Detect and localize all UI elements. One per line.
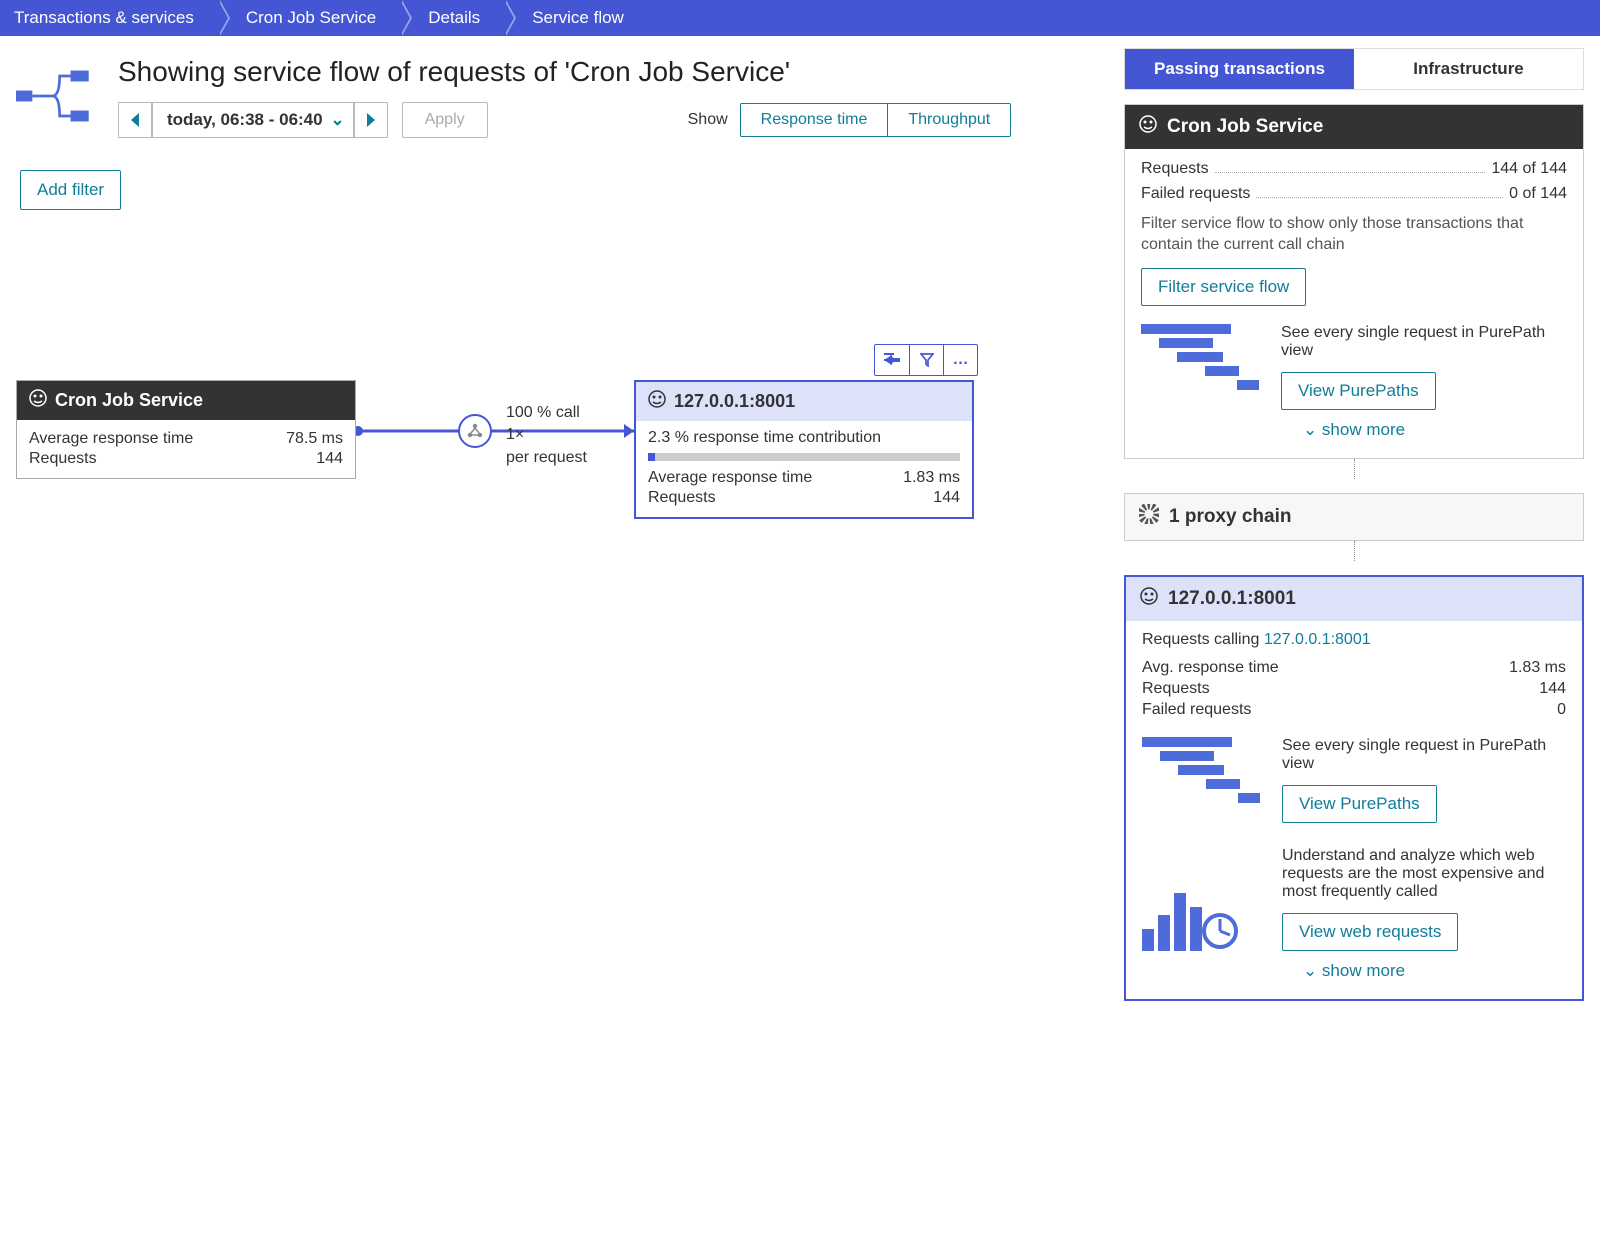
service-icon (1139, 115, 1157, 139)
card2-failed-label: Failed requests (1142, 701, 1251, 719)
card-proxy-chain[interactable]: 1 proxy chain (1124, 493, 1584, 541)
add-filter-button[interactable]: Add filter (20, 170, 121, 210)
service-icon (1140, 587, 1158, 611)
web-requests-chart-icon (1142, 847, 1262, 951)
card2-req-label: Requests (1142, 680, 1210, 698)
source-art-value: 78.5 ms (286, 430, 343, 448)
target-node[interactable]: 127.0.0.1:8001 2.3 % response time contr… (634, 380, 974, 519)
source-req-label: Requests (29, 450, 97, 468)
proxy-icon (1139, 504, 1159, 530)
card1-requests-label: Requests (1141, 159, 1209, 180)
source-art-label: Average response time (29, 430, 193, 448)
card2-show-more[interactable]: ⌄ show more (1142, 951, 1566, 985)
card2-art-value: 1.83 ms (1509, 659, 1566, 677)
card1-failed-value: 0 of 144 (1509, 184, 1567, 205)
proxy-node-icon[interactable] (458, 414, 492, 448)
time-range-selector[interactable]: today, 06:38 - 06:40 ⌄ (152, 102, 354, 138)
breadcrumb-service-flow[interactable]: Service flow (504, 0, 648, 36)
toggle-response-time[interactable]: Response time (741, 104, 888, 136)
contribution-bar (648, 453, 960, 461)
more-icon[interactable]: … (943, 345, 977, 375)
edge-label: 100 % call 1× per request (506, 402, 587, 469)
target-req-value: 144 (933, 489, 960, 507)
time-next-button[interactable] (354, 102, 388, 138)
card1-title: Cron Job Service (1167, 116, 1323, 138)
chevron-down-icon: ⌄ (1303, 961, 1317, 980)
requests-calling-target-link[interactable]: 127.0.0.1:8001 (1264, 631, 1371, 648)
source-req-value: 144 (316, 450, 343, 468)
share-icon[interactable] (875, 345, 909, 375)
card-target-service: 127.0.0.1:8001 Requests calling 127.0.0.… (1124, 575, 1584, 1001)
card1-requests-value: 144 of 144 (1491, 159, 1567, 180)
card1-pp-text: See every single request in PurePath vie… (1281, 324, 1567, 360)
view-purepaths-button-2[interactable]: View PurePaths (1282, 785, 1437, 823)
tab-passing-transactions[interactable]: Passing transactions (1125, 49, 1354, 89)
time-range-label: today, 06:38 - 06:40 (167, 110, 323, 130)
source-node-title: Cron Job Service (55, 390, 203, 411)
source-node[interactable]: Cron Job Service Average response time 78… (16, 380, 356, 479)
connector (1124, 541, 1584, 561)
service-icon (29, 389, 47, 412)
target-art-label: Average response time (648, 469, 812, 487)
purepath-waterfall-icon (1141, 324, 1261, 410)
toggle-throughput[interactable]: Throughput (887, 104, 1010, 136)
purepath-waterfall-icon (1142, 737, 1262, 823)
card2-pp-text: See every single request in PurePath vie… (1282, 737, 1566, 773)
chevron-down-icon: ⌄ (1303, 420, 1317, 439)
card2-title: 127.0.0.1:8001 (1168, 588, 1296, 610)
node-action-toolbar: … (874, 344, 978, 376)
service-icon (648, 390, 666, 413)
breadcrumb-transactions[interactable]: Transactions & services (0, 0, 218, 36)
card2-art-label: Avg. response time (1142, 659, 1279, 677)
show-toggle: Response time Throughput (740, 103, 1012, 137)
requests-calling-label: Requests calling (1142, 631, 1259, 648)
proxy-chain-label: 1 proxy chain (1169, 506, 1292, 528)
right-tabs: Passing transactions Infrastructure (1124, 48, 1584, 90)
apply-button[interactable]: Apply (402, 102, 488, 138)
card2-req-value: 144 (1539, 680, 1566, 698)
view-purepaths-button-1[interactable]: View PurePaths (1281, 372, 1436, 410)
breadcrumb-details[interactable]: Details (400, 0, 504, 36)
card1-show-more[interactable]: ⌄ show more (1141, 410, 1567, 444)
service-flow-icon (16, 56, 96, 138)
filter-icon[interactable] (909, 345, 943, 375)
card2-failed-value: 0 (1557, 701, 1566, 719)
target-req-label: Requests (648, 489, 716, 507)
breadcrumb-service[interactable]: Cron Job Service (218, 0, 400, 36)
target-art-value: 1.83 ms (903, 469, 960, 487)
tab-infrastructure[interactable]: Infrastructure (1354, 49, 1583, 89)
target-node-title: 127.0.0.1:8001 (674, 391, 795, 412)
chevron-down-icon: ⌄ (330, 110, 344, 130)
card1-filter-hint: Filter service flow to show only those t… (1141, 213, 1567, 256)
contribution-label: 2.3 % response time contribution (648, 429, 960, 447)
view-web-requests-button[interactable]: View web requests (1282, 913, 1458, 951)
time-prev-button[interactable] (118, 102, 152, 138)
page-title: Showing service flow of requests of 'Cro… (118, 56, 1011, 88)
filter-service-flow-button[interactable]: Filter service flow (1141, 268, 1306, 306)
card-cron-job-service: Cron Job Service Requests 144 of 144 Fail… (1124, 104, 1584, 459)
show-label: Show (688, 111, 728, 129)
service-flow-canvas: … 100 % call 1× per request Cron Job Ser… (16, 330, 1096, 630)
breadcrumb-bar: Transactions & services Cron Job Service… (0, 0, 1600, 36)
right-panel: Passing transactions Infrastructure Cron… (1124, 48, 1584, 1001)
card1-failed-label: Failed requests (1141, 184, 1250, 205)
connector (1124, 459, 1584, 479)
card2-web-text: Understand and analyze which web request… (1282, 847, 1566, 901)
